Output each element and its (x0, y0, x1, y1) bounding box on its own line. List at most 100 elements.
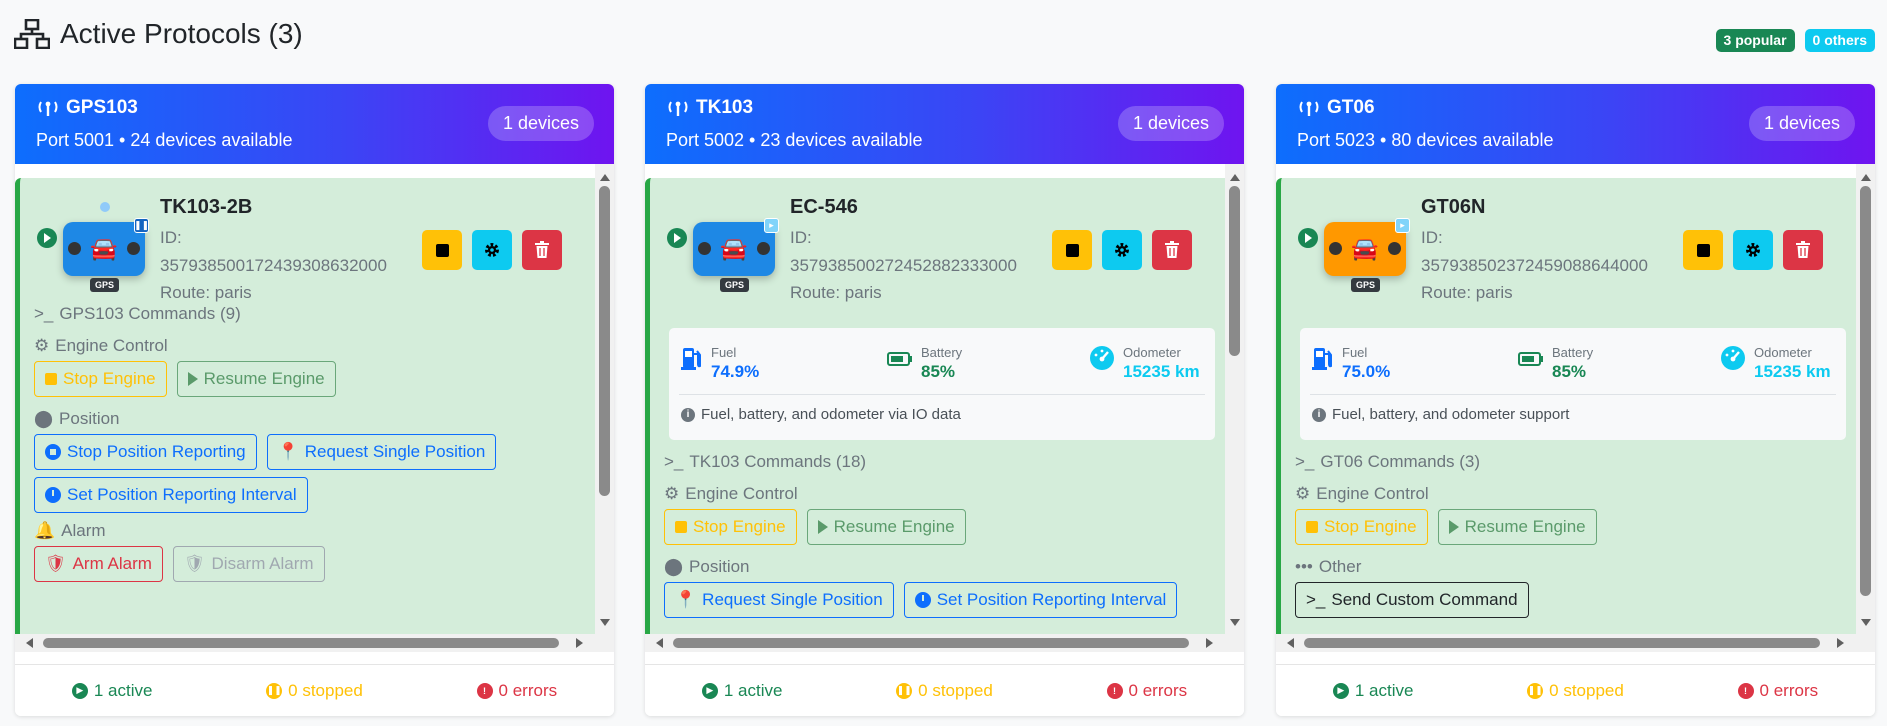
gps-tag: GPS (90, 278, 120, 292)
device-scroll-area[interactable]: 🚘 ▸ GPS GT06N ID: 35793850237245908864400… (1276, 164, 1875, 652)
play-icon[interactable] (1298, 228, 1318, 248)
settings-button[interactable] (472, 230, 512, 270)
section-engine-control: ⚙ Engine Control (664, 484, 798, 503)
device-scroll-area[interactable]: 🚘 ▸ GPS EC-546 ID: 3579385002724528823330… (645, 164, 1244, 652)
scroll-thumb[interactable] (673, 638, 1189, 648)
scroll-right-icon[interactable] (1206, 638, 1213, 648)
delete-button[interactable] (1783, 230, 1823, 270)
car-icon: 🚘 (1324, 222, 1406, 276)
vertical-scrollbar[interactable] (1856, 164, 1875, 634)
stop-engine-button[interactable]: Stop Engine (664, 509, 797, 545)
stop-device-button[interactable] (1683, 230, 1723, 270)
exclamation-circle-icon: ! (1737, 682, 1754, 699)
header-badges: 3 popular 0 others (1715, 29, 1875, 53)
gps-tag: GPS (720, 278, 750, 292)
card-header: GT06 Port 5023 • 80 devices available 1 … (1276, 84, 1875, 164)
stop-device-button[interactable] (1052, 230, 1092, 270)
odometer-label: Odometer (1754, 345, 1812, 360)
errors-count: ! 0 errors (1106, 681, 1187, 701)
commands-header[interactable]: >_ GT06 Commands (3) (1295, 452, 1480, 472)
horizontal-scrollbar[interactable] (1276, 634, 1875, 652)
set-position-interval-button[interactable]: Set Position Reporting Interval (34, 477, 308, 513)
clock-icon (45, 487, 61, 503)
scroll-down-icon[interactable] (1230, 619, 1240, 626)
scroll-right-icon[interactable] (1837, 638, 1844, 648)
scroll-left-icon[interactable] (656, 638, 663, 648)
fuel-label: Fuel (711, 345, 737, 360)
stop-icon (1065, 243, 1079, 257)
terminal-icon: >_ (664, 452, 684, 471)
horizontal-scrollbar[interactable] (645, 634, 1244, 652)
delete-button[interactable] (522, 230, 562, 270)
battery-label: Battery (921, 345, 963, 360)
section-position: ⬤ Position (664, 557, 750, 576)
commands-header[interactable]: >_ GPS103 Commands (9) (34, 304, 241, 324)
device-avatar: 🚘 ❚❚ GPS (61, 200, 153, 292)
settings-button[interactable] (1102, 230, 1142, 270)
vertical-scrollbar[interactable] (595, 164, 614, 634)
stop-position-reporting-button[interactable]: Stop Position Reporting (34, 434, 257, 470)
network-icon (14, 19, 50, 49)
device-scroll-area[interactable]: 🚘 ❚❚ GPS TK103-2B ID: 3579385001724393086… (15, 164, 614, 652)
stop-icon (1306, 521, 1318, 533)
protocol-card-tk103: TK103 Port 5002 • 23 devices available 1… (645, 84, 1244, 716)
vertical-scrollbar[interactable] (1225, 164, 1244, 634)
scroll-right-icon[interactable] (576, 638, 583, 648)
resume-engine-button[interactable]: Resume Engine (1437, 509, 1597, 545)
scroll-down-icon[interactable] (600, 619, 610, 626)
horizontal-scrollbar[interactable] (15, 634, 614, 652)
pause-circle-icon: ❚❚ (1527, 682, 1544, 699)
stop-device-button[interactable] (422, 230, 462, 270)
arm-alarm-button[interactable]: 🛡 Arm Alarm (34, 546, 163, 582)
resume-engine-button[interactable]: Resume Engine (176, 361, 336, 397)
commands-header[interactable]: >_ TK103 Commands (18) (664, 452, 866, 472)
scroll-thumb[interactable] (1229, 186, 1240, 356)
odometer-metric: Odometer 15235 km (1720, 345, 1831, 382)
battery-icon (887, 352, 912, 366)
device-panel: 🚘 ▸ GPS EC-546 ID: 3579385002724528823330… (645, 178, 1225, 646)
section-engine-control: ⚙ Engine Control (34, 336, 168, 355)
antenna-icon (668, 101, 688, 116)
play-icon (187, 372, 198, 386)
play-circle-icon: ▶ (701, 682, 718, 699)
scroll-thumb[interactable] (1304, 638, 1820, 648)
scroll-thumb[interactable] (599, 186, 610, 496)
battery-value: 85% (1552, 362, 1587, 381)
protocol-subtitle: Port 5002 • 23 devices available (666, 130, 923, 150)
device-avatar: 🚘 ▸ GPS (691, 200, 783, 292)
scroll-up-icon[interactable] (1230, 174, 1240, 181)
play-icon[interactable] (37, 228, 57, 248)
set-position-interval-button[interactable]: Set Position Reporting Interval (903, 582, 1178, 618)
stop-engine-button[interactable]: Stop Engine (1295, 509, 1428, 545)
disarm-alarm-button[interactable]: 🛡 Disarm Alarm (172, 546, 325, 582)
scroll-thumb[interactable] (43, 638, 559, 648)
stop-icon (435, 243, 449, 257)
devices-count-badge: 1 devices (487, 106, 594, 141)
request-single-position-button[interactable]: 📍 Request Single Position (266, 434, 497, 470)
scroll-up-icon[interactable] (1861, 174, 1871, 181)
gas-pump-icon (1312, 348, 1332, 370)
terminal-icon: >_ (1306, 590, 1326, 609)
map-marker-icon: ⬤ (664, 557, 684, 576)
delete-button[interactable] (1152, 230, 1192, 270)
scroll-down-icon[interactable] (1861, 619, 1871, 626)
scroll-left-icon[interactable] (26, 638, 33, 648)
odometer-metric: Odometer 15235 km (1089, 345, 1200, 382)
card-header: GPS103 Port 5001 • 24 devices available … (15, 84, 614, 164)
stop-icon (1696, 243, 1710, 257)
send-custom-command-button[interactable]: >_ Send Custom Command (1295, 582, 1529, 618)
section-engine-control: ⚙ Engine Control (1295, 484, 1429, 503)
scroll-up-icon[interactable] (600, 174, 610, 181)
device-name: EC-546 (790, 196, 858, 218)
resume-engine-button[interactable]: Resume Engine (806, 509, 966, 545)
play-icon[interactable] (667, 228, 687, 248)
request-single-position-button[interactable]: 📍 Request Single Position (664, 582, 894, 618)
settings-button[interactable] (1733, 230, 1773, 270)
scroll-left-icon[interactable] (1287, 638, 1294, 648)
stop-engine-button[interactable]: Stop Engine (34, 361, 167, 397)
scroll-thumb[interactable] (1860, 186, 1871, 596)
device-actions (422, 230, 562, 270)
odometer-value: 15235 km (1754, 362, 1831, 381)
device-route: Route: paris (790, 283, 882, 302)
telemetry-panel: Fuel 74.9% Battery 85% Odometer 15235 km iF… (669, 328, 1215, 440)
